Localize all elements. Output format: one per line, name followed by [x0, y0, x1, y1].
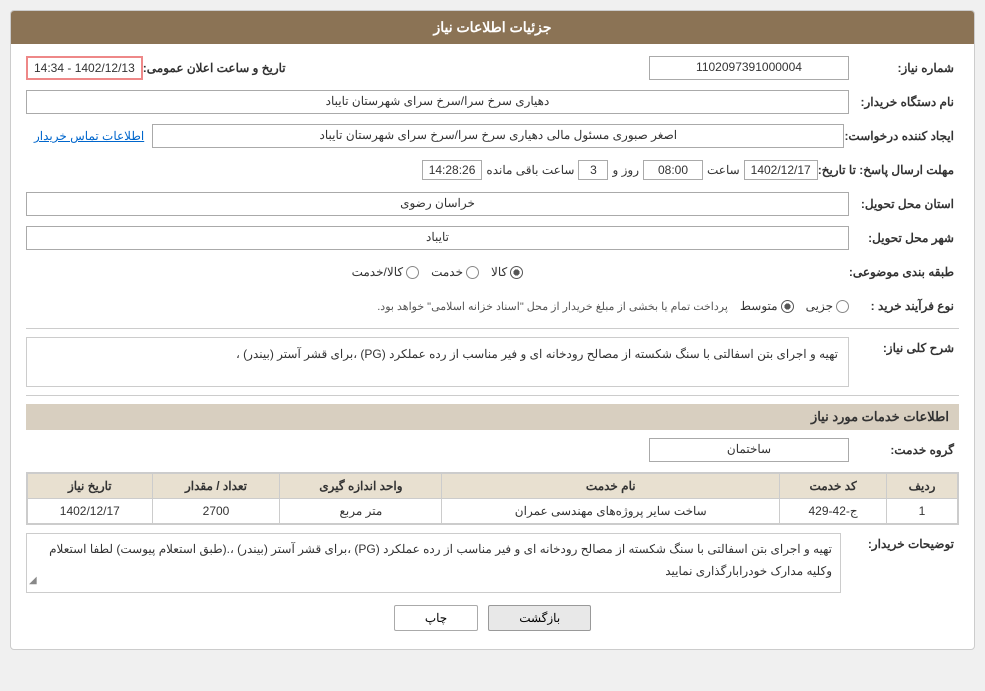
category-both-radio[interactable]: [406, 266, 419, 279]
category-khedmat-item[interactable]: خدمت: [431, 265, 479, 279]
service-group-value: ساختمان: [649, 438, 849, 462]
creator-label: ایجاد کننده درخواست:: [844, 129, 959, 143]
category-kala-label: کالا: [491, 265, 507, 279]
process-jozi-item[interactable]: جزیی: [806, 299, 849, 313]
city-label: شهر محل تحویل:: [849, 231, 959, 245]
category-both-label: کالا/خدمت: [352, 265, 403, 279]
reply-remaining-label: ساعت باقی مانده: [486, 163, 574, 177]
buyer-desc-value: تهیه و اجرای بتن اسفالتی با سنگ شکسته از…: [49, 542, 832, 578]
need-number-label: شماره نیاز:: [849, 61, 959, 75]
resize-icon: ◢: [29, 572, 37, 590]
need-desc-value: تهیه و اجرای بتن اسفالتی با سنگ شکسته از…: [26, 337, 849, 387]
process-motavasset-label: متوسط: [740, 299, 778, 313]
print-button[interactable]: چاپ: [394, 605, 478, 631]
process-jozi-label: جزیی: [806, 299, 833, 313]
date-label: تاریخ و ساعت اعلان عمومی:: [143, 61, 291, 75]
contact-link[interactable]: اطلاعات تماس خریدار: [26, 129, 152, 143]
need-number-value: 1102097391000004: [649, 56, 849, 80]
back-button[interactable]: بازگشت: [488, 605, 591, 631]
reply-days: 3: [578, 160, 608, 180]
category-kala-item[interactable]: کالا: [491, 265, 523, 279]
reply-days-label: روز و: [612, 163, 639, 177]
buyer-desc-label: توضیحات خریدار:: [849, 533, 959, 551]
buyer-name-value: دهیاری سرخ سرا/سرخ سرای شهرستان تایباد: [26, 90, 849, 114]
process-motavasset-item[interactable]: متوسط: [740, 299, 794, 313]
need-desc-label: شرح کلی نیاز:: [849, 337, 959, 355]
reply-date: 1402/12/17: [744, 160, 818, 180]
category-khedmat-radio[interactable]: [466, 266, 479, 279]
date-value: 1402/12/13 - 14:34: [26, 56, 143, 80]
reply-time: 08:00: [643, 160, 703, 180]
category-both-item[interactable]: کالا/خدمت: [352, 265, 419, 279]
category-kala-radio[interactable]: [510, 266, 523, 279]
table-row: 1ج-42-429ساخت سایر پروژه‌های مهندسی عمرا…: [28, 499, 958, 524]
city-value: تایباد: [26, 226, 849, 250]
reply-remaining: 14:28:26: [422, 160, 483, 180]
process-jozi-radio[interactable]: [836, 300, 849, 313]
province-value: خراسان رضوی: [26, 192, 849, 216]
province-label: استان محل تحویل:: [849, 197, 959, 211]
col-service-code: کد خدمت: [780, 474, 887, 499]
category-khedmat-label: خدمت: [431, 265, 463, 279]
services-table: ردیف کد خدمت نام خدمت واحد اندازه گیری ت…: [26, 472, 959, 525]
buyer-name-label: نام دستگاه خریدار:: [849, 95, 959, 109]
button-row: بازگشت چاپ: [26, 605, 959, 631]
category-radio-group: کالا خدمت کالا/خدمت: [26, 265, 849, 279]
col-service-name: نام خدمت: [442, 474, 780, 499]
process-note: پرداخت تمام یا بخشی از مبلغ خریدار از مح…: [377, 300, 728, 313]
col-date: تاریخ نیاز: [28, 474, 153, 499]
services-section-header: اطلاعات خدمات مورد نیاز: [26, 404, 959, 430]
category-label: طبقه بندی موضوعی:: [849, 265, 959, 279]
panel-header: جزئیات اطلاعات نیاز: [11, 11, 974, 44]
service-group-label: گروه خدمت:: [849, 443, 959, 457]
panel-title: جزئیات اطلاعات نیاز: [433, 19, 551, 35]
col-quantity: تعداد / مقدار: [152, 474, 280, 499]
process-motavasset-radio[interactable]: [781, 300, 794, 313]
reply-time-label: ساعت: [707, 163, 740, 177]
process-label: نوع فرآیند خرید :: [849, 299, 959, 313]
reply-deadline-label: مهلت ارسال پاسخ: تا تاریخ:: [818, 163, 959, 177]
buyer-desc-box: تهیه و اجرای بتن اسفالتی با سنگ شکسته از…: [26, 533, 841, 593]
col-unit: واحد اندازه گیری: [280, 474, 442, 499]
creator-value: اصغر صبوری مسئول مالی دهیاری سرخ سرا/سرخ…: [152, 124, 844, 148]
col-row-num: ردیف: [887, 474, 958, 499]
